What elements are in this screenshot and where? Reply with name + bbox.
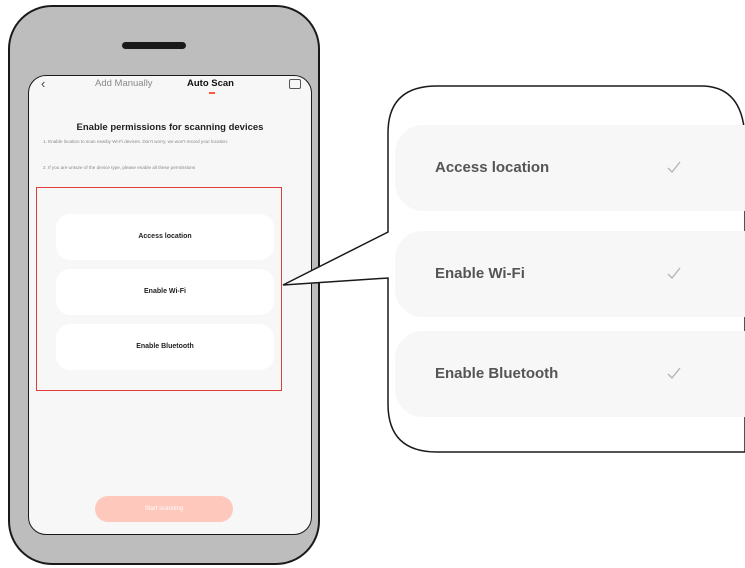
- popup-item-enable-bluetooth[interactable]: Enable Bluetooth: [395, 331, 745, 417]
- permissions-popup: Access location Enable Wi-Fi Enable Blue…: [395, 125, 745, 425]
- popup-item-label: Access location: [435, 159, 550, 176]
- popup-item-label: Enable Bluetooth: [435, 365, 559, 382]
- check-icon: [667, 161, 681, 174]
- check-icon: [667, 367, 681, 380]
- popup-item-label: Enable Wi-Fi: [435, 265, 525, 282]
- popup-item-enable-wifi[interactable]: Enable Wi-Fi: [395, 231, 745, 317]
- popup-item-access-location[interactable]: Access location: [395, 125, 745, 211]
- check-icon: [667, 267, 681, 280]
